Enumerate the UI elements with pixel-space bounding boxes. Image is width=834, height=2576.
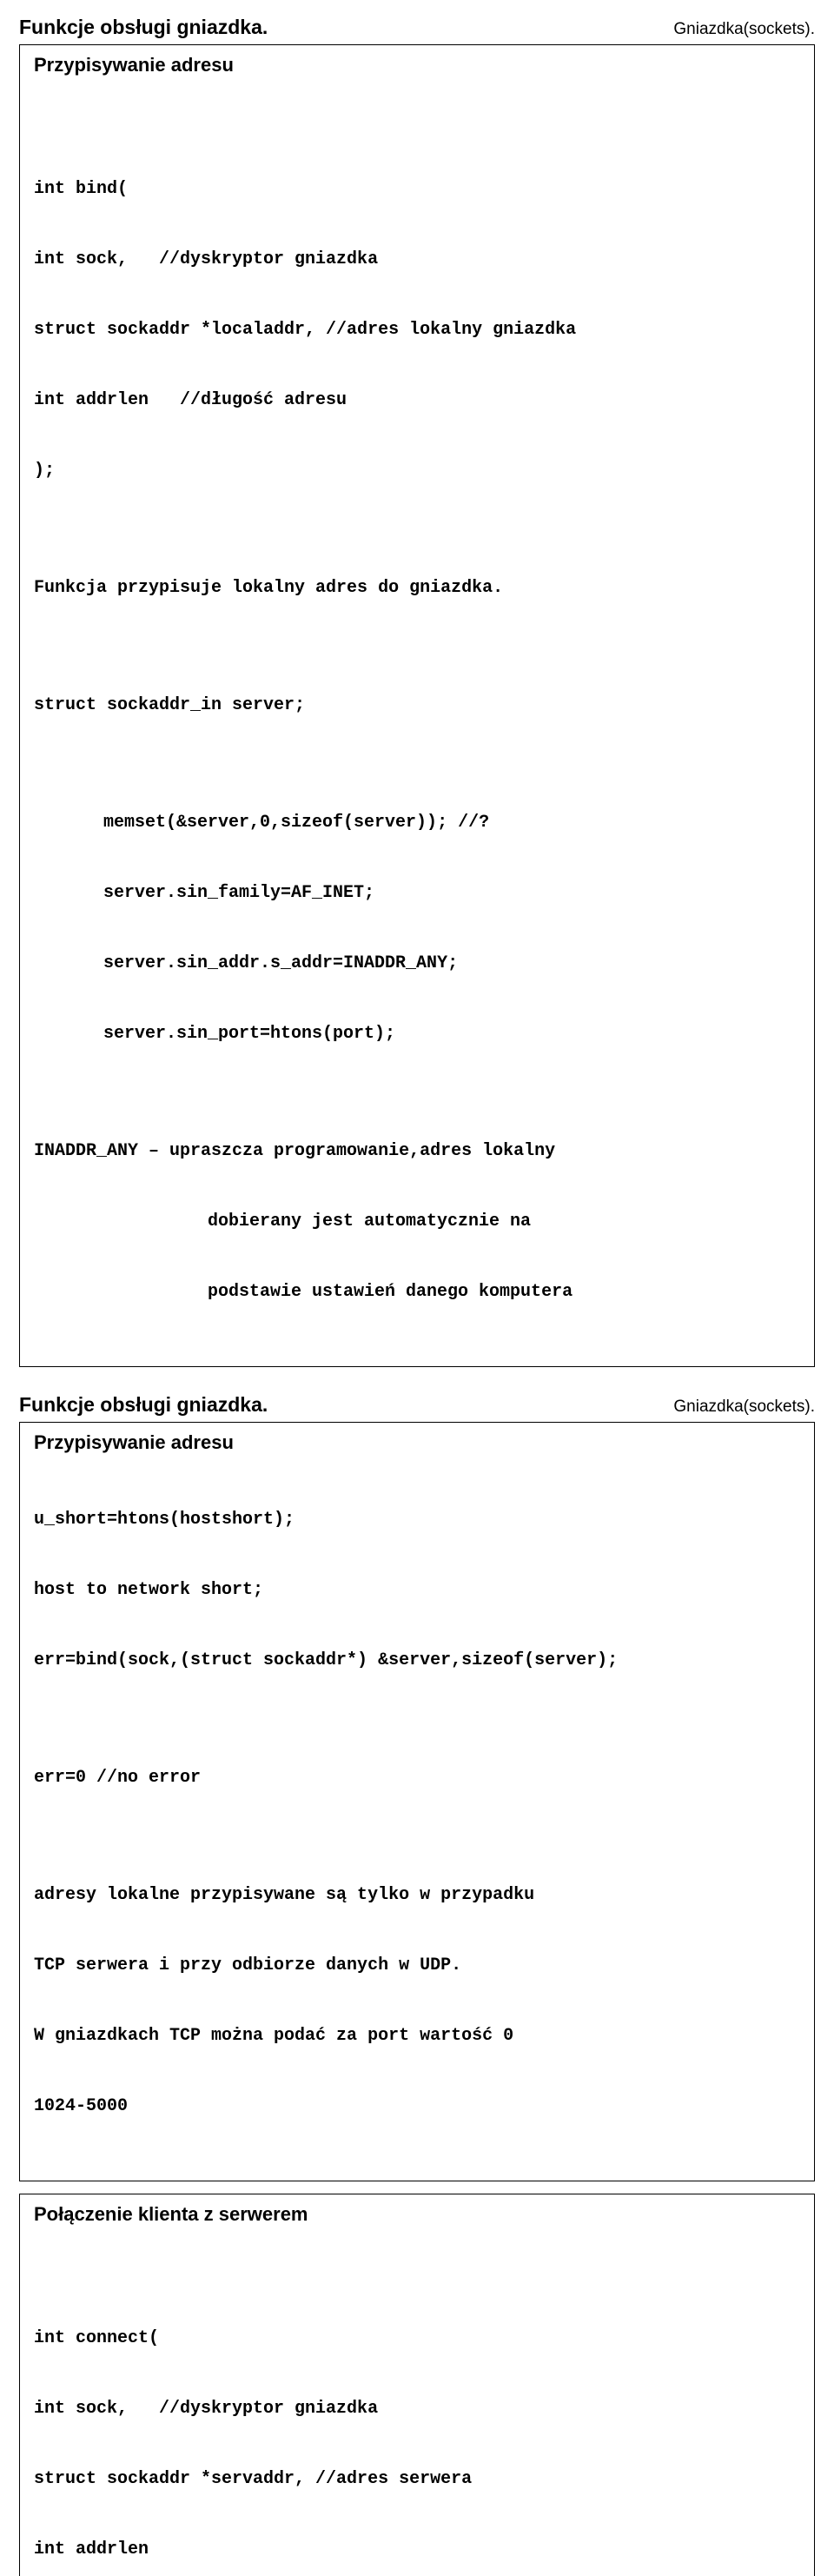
slide-1-header: Funkcje obsługi gniazdka. Gniazdka(socke… bbox=[19, 16, 815, 39]
slide-2: Funkcje obsługi gniazdka. Gniazdka(socke… bbox=[19, 1393, 815, 2576]
code-line: err=bind(sock,(struct sockaddr*) &server… bbox=[34, 1649, 800, 1672]
code-line: adresy lokalne przypisywane są tylko w p… bbox=[34, 1883, 800, 1907]
slide-1: Funkcje obsługi gniazdka. Gniazdka(socke… bbox=[19, 16, 815, 1367]
code-line: memset(&server,0,sizeof(server)); //? bbox=[34, 811, 800, 834]
slide-2-title: Funkcje obsługi gniazdka. bbox=[19, 1393, 268, 1417]
code-line: int addrlen //długość adresu bbox=[34, 388, 800, 412]
slide-2-box-1-code: u_short=htons(hostshort); host to networ… bbox=[34, 1461, 800, 2165]
code-line: err=0 //no error bbox=[34, 1766, 800, 1789]
code-line: server.sin_addr.s_addr=INADDR_ANY; bbox=[34, 952, 800, 975]
code-line: ); bbox=[34, 459, 800, 482]
slide-1-title: Funkcje obsługi gniazdka. bbox=[19, 16, 268, 39]
code-line: int addrlen bbox=[34, 2538, 800, 2561]
code-line: INADDR_ANY – upraszcza programowanie,adr… bbox=[34, 1139, 800, 1163]
slide-2-box-1-title: Przypisywanie adresu bbox=[34, 1431, 800, 1454]
slide-1-code: int bind( int sock, //dyskryptor gniazdk… bbox=[34, 83, 800, 1351]
code-line: podstawie ustawień danego komputera bbox=[34, 1280, 800, 1304]
slide-2-box-2-code: int connect( int sock, //dyskryptor gnia… bbox=[34, 2233, 800, 2576]
code-line: Funkcja przypisuje lokalny adres do gnia… bbox=[34, 576, 800, 600]
code-line: 1024-5000 bbox=[34, 2095, 800, 2118]
slide-1-box-title: Przypisywanie adresu bbox=[34, 54, 800, 76]
slide-2-box-2-title: Połączenie klienta z serwerem bbox=[34, 2203, 800, 2226]
code-line: TCP serwera i przy odbiorze danych w UDP… bbox=[34, 1954, 800, 1977]
code-line: u_short=htons(hostshort); bbox=[34, 1508, 800, 1531]
code-line: struct sockaddr *servaddr, //adres serwe… bbox=[34, 2467, 800, 2491]
slide-1-tag: Gniazdka(sockets). bbox=[673, 20, 815, 39]
slide-2-tag: Gniazdka(sockets). bbox=[673, 1398, 815, 1417]
slide-2-box-1: Przypisywanie adresu u_short=htons(hosts… bbox=[19, 1422, 815, 2181]
code-line: server.sin_port=htons(port); bbox=[34, 1022, 800, 1046]
code-line: struct sockaddr_in server; bbox=[34, 694, 800, 717]
code-line: host to network short; bbox=[34, 1578, 800, 1602]
code-line: int bind( bbox=[34, 177, 800, 201]
code-line: int sock, //dyskryptor gniazdka bbox=[34, 2397, 800, 2420]
code-line: server.sin_family=AF_INET; bbox=[34, 881, 800, 905]
slide-1-box: Przypisywanie adresu int bind( int sock,… bbox=[19, 44, 815, 1367]
slide-2-header: Funkcje obsługi gniazdka. Gniazdka(socke… bbox=[19, 1393, 815, 1417]
code-line: dobierany jest automatycznie na bbox=[34, 1210, 800, 1233]
code-line: W gniazdkach TCP można podać za port war… bbox=[34, 2024, 800, 2048]
code-line: int sock, //dyskryptor gniazdka bbox=[34, 248, 800, 271]
slide-2-box-2: Połączenie klienta z serwerem int connec… bbox=[19, 2194, 815, 2576]
code-line: struct sockaddr *localaddr, //adres loka… bbox=[34, 318, 800, 342]
code-line: int connect( bbox=[34, 2327, 800, 2350]
